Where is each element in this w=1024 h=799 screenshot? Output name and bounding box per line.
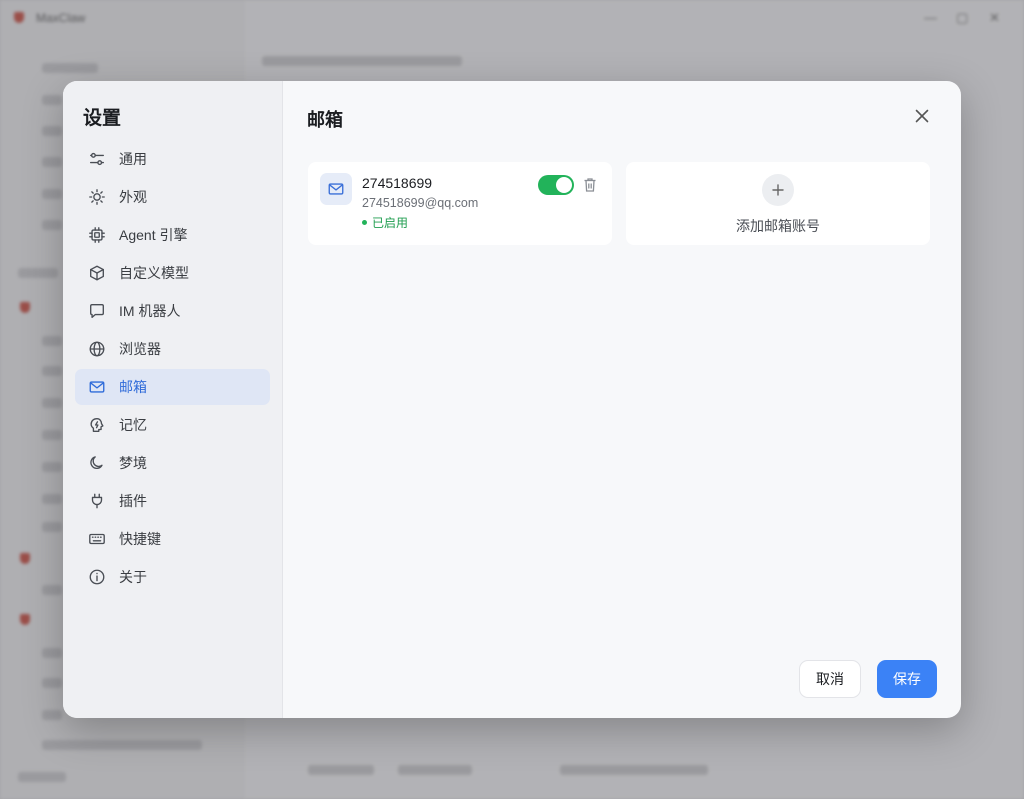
save-button[interactable]: 保存 — [877, 660, 937, 698]
nav-item-browser[interactable]: 浏览器 — [75, 331, 270, 367]
sun-icon — [87, 187, 107, 207]
settings-title: 设置 — [83, 108, 122, 129]
trash-icon — [584, 178, 596, 192]
nav-item-label: 插件 — [119, 493, 147, 509]
nav-item-shortcuts[interactable]: 快捷键 — [75, 521, 270, 557]
plus-icon — [762, 174, 794, 206]
nav-item-label: 浏览器 — [119, 341, 161, 357]
delete-account-button[interactable] — [583, 177, 597, 193]
nav-item-label: 梦境 — [119, 455, 147, 471]
nav-item-memory[interactable]: 记忆 — [75, 407, 270, 443]
nav-item-im-bot[interactable]: IM 机器人 — [75, 293, 270, 329]
cpu-icon — [87, 225, 107, 245]
nav-item-dream[interactable]: 梦境 — [75, 445, 270, 481]
nav-item-about[interactable]: 关于 — [75, 559, 270, 595]
nav-item-label: 外观 — [119, 189, 147, 205]
account-email: 274518699@qq.com — [362, 196, 479, 210]
settings-sidebar: 设置 通用 外观 Agent 引擎 自定义模型 IM 机器人 浏览器 邮箱 记忆… — [63, 81, 283, 718]
toggle-knob — [556, 177, 572, 193]
panel-title: 邮箱 — [307, 110, 343, 130]
status-badge: 已启用 — [362, 214, 408, 231]
mail-icon — [87, 377, 107, 397]
nav-item-label: 通用 — [119, 151, 147, 167]
close-button[interactable] — [913, 107, 931, 125]
keyboard-icon — [87, 529, 107, 549]
chat-bubble-icon — [87, 301, 107, 321]
nav-item-label: IM 机器人 — [119, 303, 181, 319]
sliders-icon — [87, 149, 107, 169]
info-icon — [87, 567, 107, 587]
nav-item-label: 记忆 — [119, 417, 147, 433]
status-text: 已启用 — [372, 216, 409, 230]
plug-icon — [87, 491, 107, 511]
nav-item-custom-model[interactable]: 自定义模型 — [75, 255, 270, 291]
nav-item-label: Agent 引擎 — [119, 227, 188, 243]
nav-item-plugins[interactable]: 插件 — [75, 483, 270, 519]
brain-icon — [87, 415, 107, 435]
cancel-button[interactable]: 取消 — [799, 660, 861, 698]
close-icon — [915, 109, 929, 123]
add-email-account-button[interactable]: 添加邮箱账号 — [626, 162, 930, 245]
account-name: 274518699 — [362, 175, 433, 191]
settings-nav: 通用 外观 Agent 引擎 自定义模型 IM 机器人 浏览器 邮箱 记忆 梦境… — [63, 141, 282, 595]
nav-item-mailbox[interactable]: 邮箱 — [75, 369, 270, 405]
nav-item-label: 邮箱 — [119, 379, 147, 395]
email-account-card[interactable]: 274518699 274518699@qq.com 已启用 — [308, 162, 612, 245]
nav-item-label: 自定义模型 — [119, 265, 189, 281]
nav-item-appearance[interactable]: 外观 — [75, 179, 270, 215]
nav-item-label: 关于 — [119, 569, 147, 585]
mail-icon — [320, 173, 352, 205]
settings-modal: 设置 通用 外观 Agent 引擎 自定义模型 IM 机器人 浏览器 邮箱 记忆… — [63, 81, 961, 718]
add-account-label: 添加邮箱账号 — [736, 218, 820, 234]
nav-item-agent-engine[interactable]: Agent 引擎 — [75, 217, 270, 253]
nav-item-general[interactable]: 通用 — [75, 141, 270, 177]
status-dot-icon — [362, 220, 367, 225]
account-enabled-toggle[interactable] — [538, 175, 574, 195]
moon-icon — [87, 453, 107, 473]
nav-item-label: 快捷键 — [119, 531, 161, 547]
cube-icon — [87, 263, 107, 283]
mailbox-panel: 邮箱 274518699 274518699@qq.com 已启用 添加邮箱账号… — [283, 81, 961, 718]
globe-icon — [87, 339, 107, 359]
